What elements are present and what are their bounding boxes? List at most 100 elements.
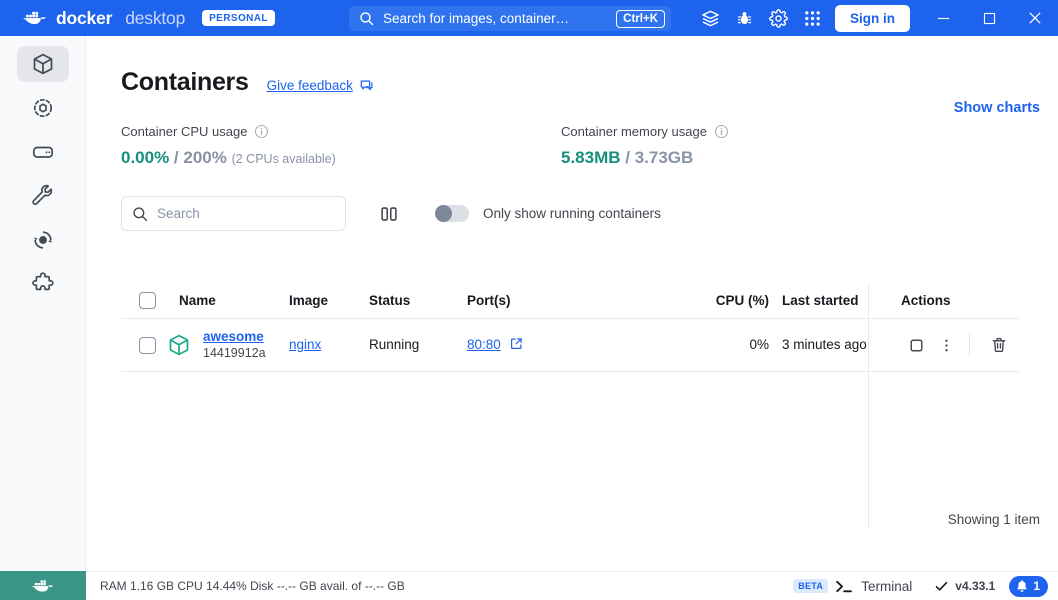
container-status: Running <box>369 337 420 352</box>
external-link-icon[interactable] <box>510 337 523 350</box>
container-last-started-cell: 3 minutes ago <box>769 336 888 354</box>
memory-total: 3.73GB <box>634 148 694 167</box>
search-shortcut-badge: Ctrl+K <box>616 9 665 28</box>
filter-bar: Only show running containers <box>86 168 1058 231</box>
column-header-actions: Actions <box>901 293 951 308</box>
global-search[interactable]: Search for images, container… Ctrl+K <box>349 6 671 31</box>
app-version[interactable]: v4.33.1 <box>955 579 995 593</box>
sidebar-whale-status[interactable] <box>0 571 86 600</box>
terminal-label[interactable]: Terminal <box>861 579 912 594</box>
info-icon[interactable] <box>714 124 729 139</box>
only-running-label: Only show running containers <box>483 206 661 221</box>
sign-in-button[interactable]: Sign in <box>835 4 910 32</box>
sidebar-item-dev-environments[interactable] <box>17 222 69 258</box>
resource-stats: Container CPU usage 0.00% / 200% (2 CPUs… <box>86 97 1058 168</box>
window-close-button[interactable] <box>1012 0 1058 36</box>
search-icon <box>360 12 374 26</box>
cpu-usage-label: Container CPU usage <box>121 124 248 139</box>
only-running-toggle[interactable]: Only show running containers <box>435 205 661 222</box>
window-minimize-button[interactable] <box>920 0 966 36</box>
page-title: Containers <box>121 68 249 96</box>
memory-usage-stat: Container memory usage 5.83MB / 3.73GB <box>561 124 1001 168</box>
pause-all-button[interactable] <box>376 201 402 227</box>
column-header-status[interactable]: Status <box>369 293 467 308</box>
container-image-cell: nginx <box>289 336 369 354</box>
notifications-button[interactable]: 1 <box>1009 575 1048 597</box>
memory-used: 5.83MB <box>561 148 621 167</box>
brand-desktop-text: desktop <box>125 7 186 28</box>
images-icon <box>33 98 52 118</box>
cpu-sub: (2 CPUs available) <box>231 152 336 166</box>
stop-button[interactable] <box>901 330 931 360</box>
give-feedback-label: Give feedback <box>266 78 353 93</box>
delete-button[interactable] <box>984 330 1014 360</box>
showing-count: Showing 1 item <box>947 512 1040 527</box>
select-all-cell <box>121 292 179 309</box>
column-header-ports[interactable]: Port(s) <box>467 293 652 308</box>
title-bar: docker desktop PERSONAL Search for image… <box>0 0 1058 36</box>
search-input[interactable] <box>157 206 335 221</box>
container-name-cell: awesome 14419912a <box>169 329 289 362</box>
select-all-checkbox[interactable] <box>139 292 156 309</box>
column-header-image[interactable]: Image <box>289 293 369 308</box>
cpu-used: 0.00% <box>121 148 170 167</box>
plan-badge: PERSONAL <box>202 10 275 26</box>
sidebar-item-containers[interactable] <box>16 46 69 82</box>
version-check-icon <box>934 579 949 594</box>
actions-column-divider <box>868 283 869 528</box>
trash-icon <box>992 337 1006 352</box>
sidebar-item-volumes[interactable] <box>17 134 69 170</box>
puzzle-icon <box>31 272 54 291</box>
cpu-separator: / <box>169 148 184 167</box>
container-port-link[interactable]: 80:80 <box>467 337 501 352</box>
container-actions-cell <box>888 330 1017 360</box>
wrench-icon <box>31 184 52 205</box>
cube-icon <box>33 53 52 75</box>
sidebar-item-images[interactable] <box>17 90 69 126</box>
extensions-marketplace-icon[interactable] <box>693 0 727 36</box>
window-maximize-button[interactable] <box>966 0 1012 36</box>
volumes-icon <box>32 146 53 158</box>
actions-divider <box>969 334 970 356</box>
container-cube-icon <box>169 334 189 356</box>
apps-grid-icon[interactable] <box>795 0 829 36</box>
column-header-last-started[interactable]: Last started <box>769 293 888 308</box>
container-cpu-value: 0% <box>749 337 769 352</box>
docker-whale-icon <box>23 11 46 25</box>
container-cpu-cell: 0% <box>652 336 769 354</box>
sidebar <box>0 36 86 600</box>
brand: docker desktop PERSONAL <box>22 8 275 29</box>
container-search-box[interactable] <box>121 196 346 231</box>
toggle-track[interactable] <box>435 205 469 222</box>
feedback-bubble-icon <box>360 80 373 91</box>
status-bar: RAM 1.16 GB CPU 14.44% Disk --.-- GB ava… <box>86 571 1058 600</box>
pause-icon <box>381 206 397 221</box>
stop-square-icon <box>910 339 922 351</box>
row-checkbox[interactable] <box>139 336 156 354</box>
column-header-cpu[interactable]: CPU (%) <box>652 293 769 308</box>
memory-usage-value: 5.83MB / 3.73GB <box>561 148 1001 168</box>
bug-report-icon[interactable] <box>727 0 761 36</box>
table-header-row: Name Image Status Port(s) CPU (%) Last s… <box>121 283 1019 319</box>
sidebar-item-builds[interactable] <box>17 178 69 214</box>
notification-count: 1 <box>1033 579 1040 593</box>
column-header-name[interactable]: Name <box>179 293 289 308</box>
more-options-button[interactable] <box>931 330 961 360</box>
search-placeholder-text: Search for images, container… <box>383 11 570 26</box>
containers-table: Name Image Status Port(s) CPU (%) Last s… <box>121 283 1019 372</box>
kebab-menu-icon <box>944 339 948 351</box>
give-feedback-link[interactable]: Give feedback <box>267 78 374 93</box>
info-icon[interactable] <box>254 124 269 139</box>
sidebar-item-extensions[interactable] <box>17 266 69 302</box>
memory-separator: / <box>620 148 635 167</box>
cpu-usage-stat: Container CPU usage 0.00% / 200% (2 CPUs… <box>121 124 561 168</box>
table-row[interactable]: awesome 14419912a nginx Running 80:80 0% <box>121 319 1019 372</box>
settings-gear-icon[interactable] <box>761 0 795 36</box>
page-header: Containers Give feedback <box>86 36 1058 97</box>
container-name-link[interactable]: awesome <box>203 329 266 344</box>
status-bar-right: BETA Terminal v4.33.1 1 <box>793 575 1048 597</box>
container-image-link[interactable]: nginx <box>289 337 321 352</box>
show-charts-link[interactable]: Show charts <box>954 100 1040 116</box>
toggle-knob <box>435 205 452 222</box>
container-status-cell: Running <box>369 336 467 354</box>
